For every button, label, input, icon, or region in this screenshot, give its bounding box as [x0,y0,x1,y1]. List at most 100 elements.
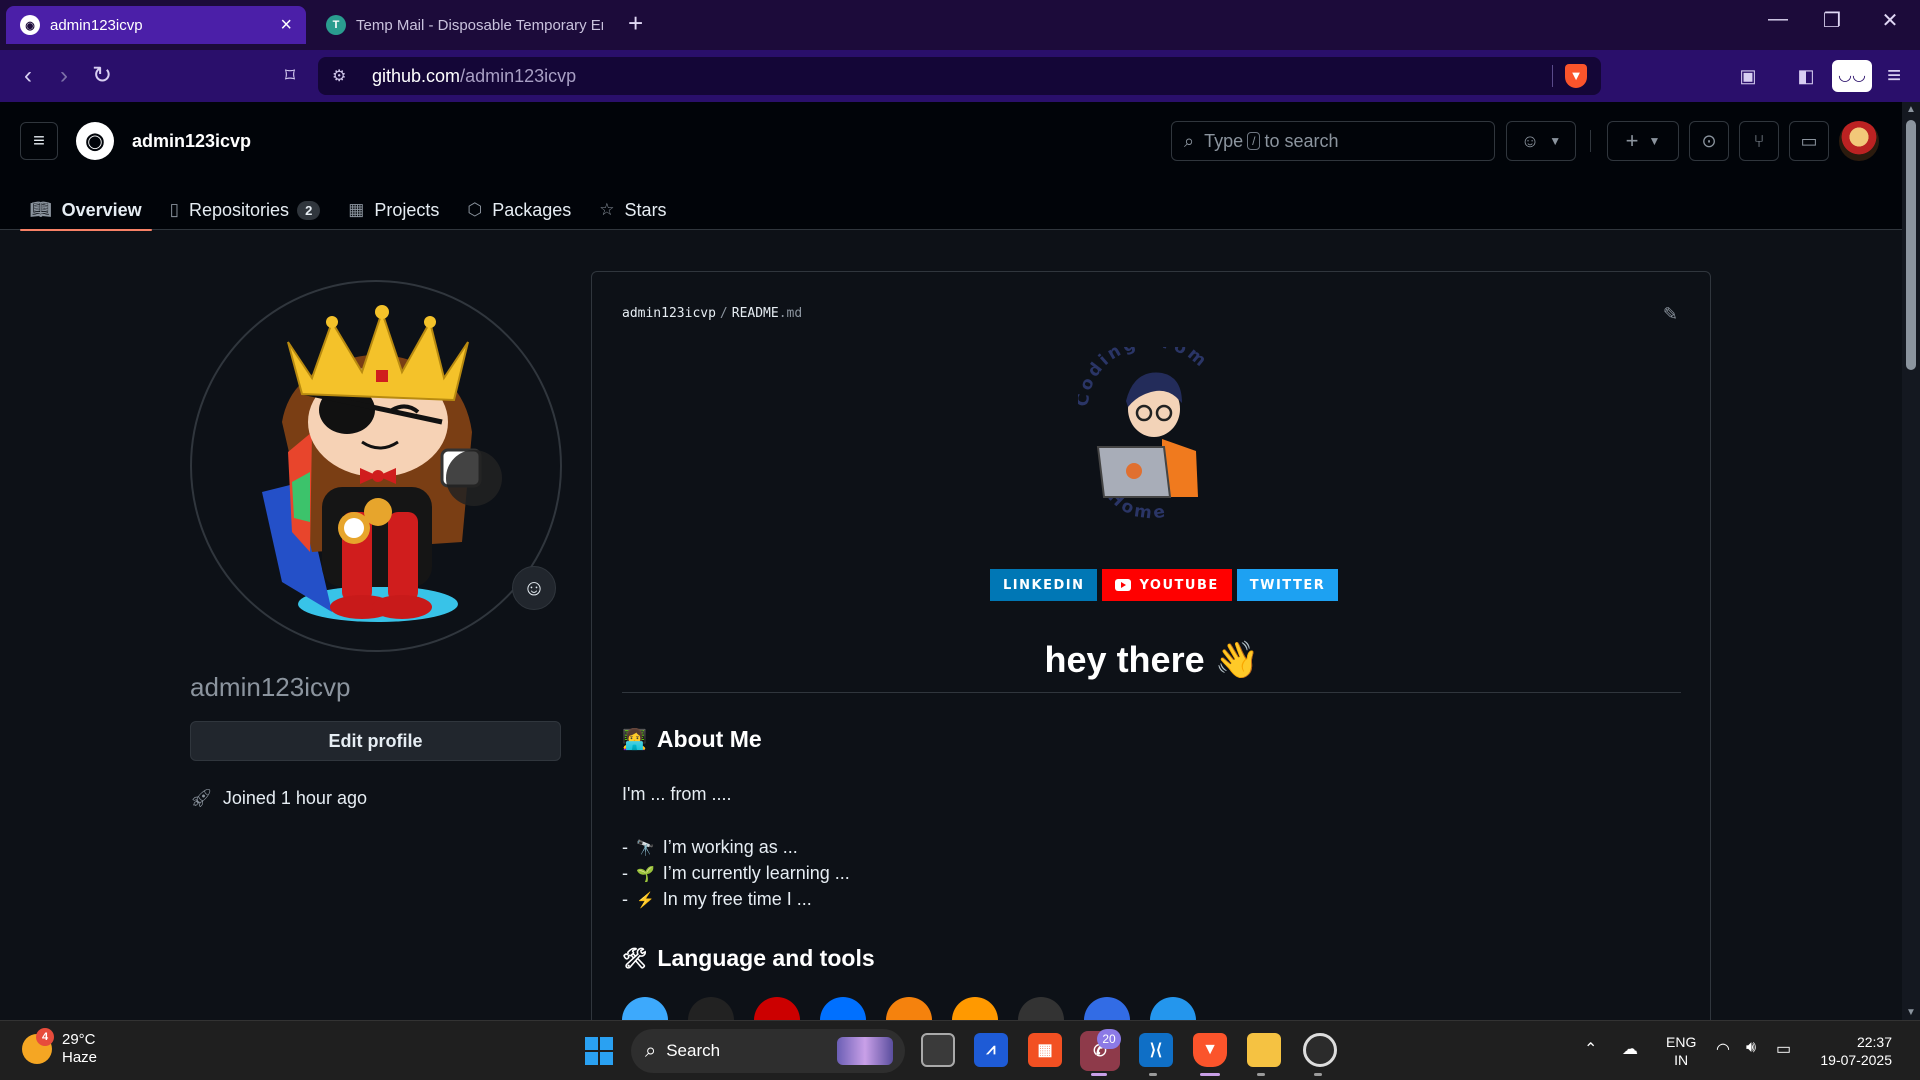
youtube-badge-label: YOUTUBE [1139,577,1219,593]
address-bar[interactable]: ⚙ github.com/admin123icvp ▼ [318,57,1601,95]
restore-icon[interactable]: ❐ [1812,8,1852,33]
tab-overview[interactable]: 📖︎ Overview [20,190,152,231]
create-new-button[interactable]: + ▼ [1607,121,1679,161]
readme-file-name: README [731,306,779,321]
header-username[interactable]: admin123icvp [132,131,251,152]
tab-projects[interactable]: ▦ Projects [338,190,449,230]
whatsapp-running-indicator [1091,1073,1107,1076]
window-close-icon[interactable]: ✕ [1870,8,1910,33]
octocat-pirate-king-illustration [262,305,502,622]
reload-icon[interactable]: ↻ [86,62,118,90]
weather-widget[interactable]: 4 29°C Haze [22,1028,97,1067]
chevron-down-icon: ▼ [1648,134,1661,148]
scroll-down-icon[interactable]: ▼ [1902,1007,1920,1018]
whatsapp-badge: 20 [1097,1029,1121,1049]
browser-tab-tempmail[interactable]: T Temp Mail - Disposable Temporary Email [312,6,617,44]
close-icon[interactable]: × [280,14,292,37]
set-status-smiley-icon[interactable]: ☺ [512,566,556,610]
forward-icon[interactable]: › [48,62,80,90]
copilot-button[interactable]: ☺ ▼ [1506,121,1576,161]
vscode-running-indicator [1149,1073,1157,1076]
greeting-heading: hey there 👋 [592,639,1710,681]
explorer-running-indicator [1257,1073,1265,1076]
wifi-icon[interactable]: ◠ [1716,1039,1730,1059]
search-icon: ⌕ [1184,130,1195,151]
page-scrollbar[interactable]: ▲ ▼ [1902,102,1920,1020]
coding-from-home-illustration: Coding From Home [1078,347,1209,524]
about-intro: I'm ... from .... [622,784,732,804]
readme-owner-link[interactable]: admin123icvp [622,306,716,321]
tab-label: Overview [61,199,142,220]
tab-stars[interactable]: ☆ Stars [589,190,676,230]
back-icon[interactable]: ‹ [12,62,44,90]
browser-menu-icon[interactable]: ≡ [1878,62,1910,90]
youtube-badge[interactable]: YOUTUBE [1102,569,1232,601]
heading-divider [622,692,1681,693]
list-item: - 🔭 I’m working as ... [622,837,798,858]
tab-packages[interactable]: ⬡ Packages [457,190,581,230]
issues-button[interactable]: ⊙ [1689,121,1729,161]
brave-browser-icon[interactable]: ▼ [1193,1033,1227,1067]
github-logo-icon[interactable]: ◉ [76,122,114,160]
chevron-up-icon[interactable]: ⌃ [1584,1039,1597,1059]
package-icon: ⬡ [467,200,483,219]
site-info-icon[interactable]: ⚙ [332,66,354,86]
bookmark-icon[interactable]: ⌑ [274,62,306,90]
repo-count-badge: 2 [297,200,321,220]
youtube-icon [1115,579,1132,591]
list-item: - ⚡ In my free time I ... [622,889,812,910]
language-tools-heading: 🛠 Language and tools [622,945,875,972]
inbox-button[interactable]: ▭ [1789,121,1829,161]
clock[interactable]: 22:37 19-07-2025 [1812,1033,1892,1069]
private-glasses-icon[interactable]: ◡◡ [1832,60,1872,92]
speedtest-running-indicator [1314,1073,1322,1076]
browser-tab-github[interactable]: ◉ admin123icvp × [6,6,306,44]
linkedin-badge[interactable]: LINKEDIN [990,569,1098,601]
edit-profile-button[interactable]: Edit profile [190,721,561,761]
list-text: I’m working as ... [662,837,798,857]
ai-app-icon[interactable]: ⩘ [974,1033,1008,1067]
about-me-title: About Me [656,726,762,752]
pull-request-icon: ⑂ [1753,130,1765,151]
vscode-icon[interactable]: ⟩⟨ [1139,1033,1173,1067]
brave-shields-icon[interactable]: ▼ [1565,64,1587,88]
volume-icon[interactable]: 🔊︎ [1746,1039,1756,1057]
tab-label: Repositories [189,199,290,220]
github-icon: ◉ [20,15,40,35]
readme-file-ext: .md [778,306,803,321]
language-indicator[interactable]: ENG IN [1666,1033,1696,1069]
weather-text: 29°C Haze [62,1031,97,1067]
file-explorer-icon[interactable] [1247,1033,1281,1067]
about-me-heading: 👩‍💻 About Me [622,726,762,753]
user-avatar[interactable] [1839,121,1879,161]
url-text: github.com/admin123icvp [372,65,577,86]
microsoft-store-icon[interactable]: ▦ [1028,1033,1062,1067]
minimize-icon[interactable]: — [1758,8,1798,31]
taskbar-search[interactable]: ⌕ Search [631,1029,905,1073]
scroll-up-icon[interactable]: ▲ [1902,104,1920,115]
twitter-badge[interactable]: TWITTER [1236,569,1339,601]
profile-avatar[interactable] [190,280,562,652]
speed-test-icon[interactable] [1303,1033,1337,1067]
new-tab-button[interactable]: + [628,8,643,39]
scrollbar-thumb[interactable] [1906,120,1916,370]
reader-mode-icon[interactable]: ▣ [1732,62,1764,90]
task-view-icon[interactable] [921,1033,955,1067]
list-text: In my free time I ... [662,889,812,909]
onedrive-cloud-icon[interactable]: ☁ [1622,1039,1638,1059]
sidebar-icon[interactable]: ◧ [1790,62,1822,90]
weather-badge: 4 [36,1028,54,1046]
person-at-laptop-icon: 👩‍💻 [622,729,647,751]
weather-sun-icon: 4 [22,1028,54,1064]
plus-icon: + [1625,128,1639,153]
pull-requests-button[interactable]: ⑂ [1739,121,1779,161]
list-bullet: - [622,837,628,857]
pencil-icon[interactable]: ✎ [1663,304,1678,325]
tab-repositories[interactable]: ▯ Repositories 2 [160,190,331,230]
hammer-wrench-icon: 🛠 [622,948,648,970]
windows-start-icon[interactable] [585,1037,613,1065]
hamburger-menu-icon[interactable]: ≡ [20,122,58,160]
search-input[interactable]: ⌕ Type / to search [1171,121,1495,161]
battery-icon[interactable]: ▭ [1776,1039,1791,1059]
header-divider [1590,130,1591,152]
